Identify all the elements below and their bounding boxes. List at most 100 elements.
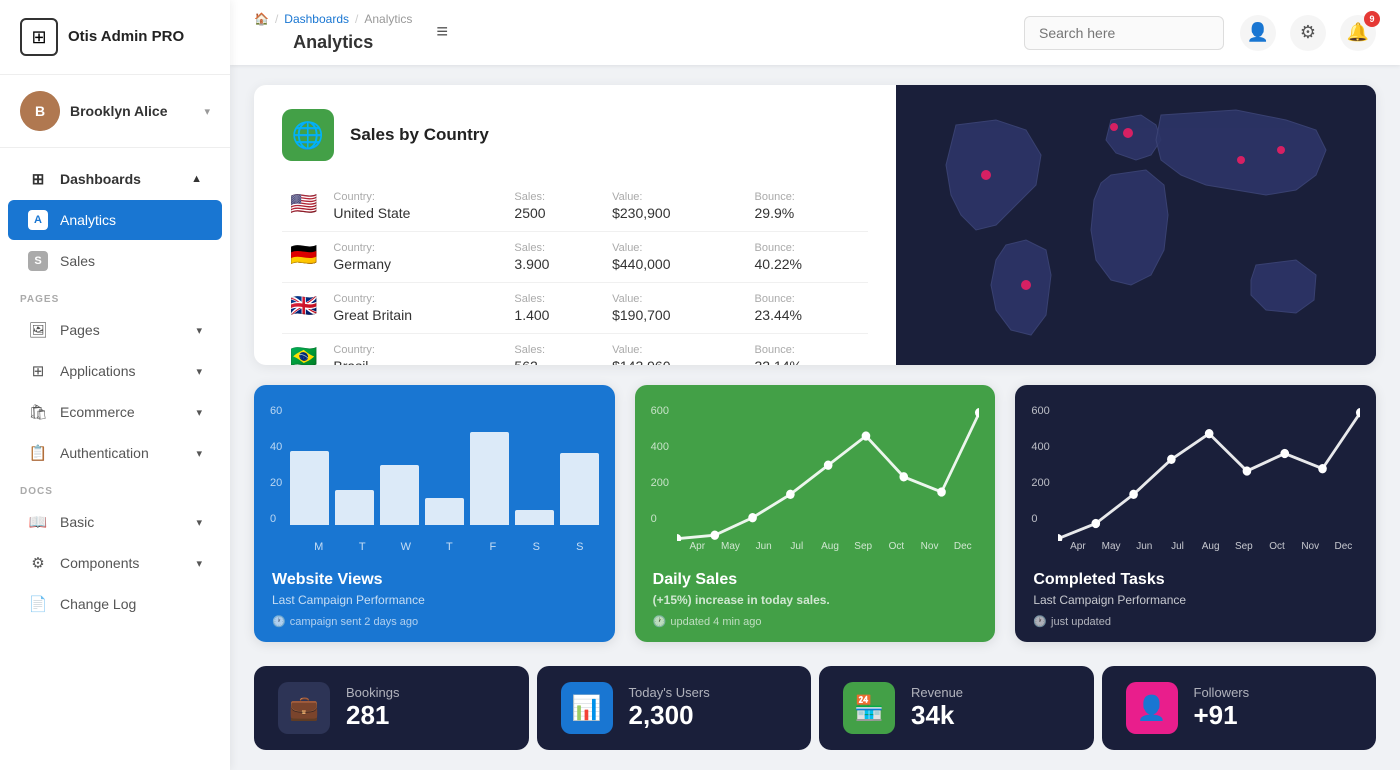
bookings-icon: 💼 [278, 682, 330, 734]
bar [380, 465, 419, 525]
stat-followers: 👤 Followers +91 [1102, 666, 1377, 750]
globe-icon: 🌐 [282, 109, 334, 161]
revenue-info: Revenue 34k [911, 685, 1070, 731]
followers-value: +91 [1194, 700, 1353, 731]
sidebar-item-basic[interactable]: 📖 Basic ▾ [8, 502, 222, 542]
chevron-down-icon: ▾ [196, 516, 202, 529]
notifications-button[interactable]: 🔔 9 [1340, 15, 1376, 51]
x-label: Dec [1327, 541, 1360, 552]
clock-icon: 🕐 [1033, 615, 1047, 628]
user-chevron-icon: ▾ [204, 105, 210, 118]
sidebar-item-ecommerce[interactable]: 🛍 Ecommerce ▾ [8, 392, 222, 432]
daily-sales-chart: 600 400 200 0 [635, 385, 996, 557]
y-label: 0 [651, 513, 669, 525]
sales-badge: S [28, 251, 48, 271]
stat-title: Daily Sales [653, 571, 978, 589]
x-label: M [300, 541, 338, 553]
bar-chart [290, 401, 598, 541]
sidebar-item-sales[interactable]: S Sales [8, 241, 222, 281]
y-label: 600 [1031, 405, 1049, 417]
menu-button[interactable]: ≡ [436, 21, 448, 44]
sidebar-item-authentication[interactable]: 📋 Authentication ▾ [8, 433, 222, 473]
user-name: Brooklyn Alice [70, 103, 194, 119]
value-info: Value: $143,960 [604, 334, 746, 366]
sidebar-item-label: Sales [60, 253, 95, 269]
country-flag: 🇩🇪 [282, 232, 325, 283]
y-label: 400 [1031, 441, 1049, 453]
sidebar-item-changelog[interactable]: 📄 Change Log [8, 584, 222, 624]
sidebar-item-label: Components [60, 555, 139, 571]
bookings-value: 281 [346, 700, 505, 731]
country-info: Country: Germany [325, 232, 506, 283]
chevron-down-icon: ▾ [196, 406, 202, 419]
bookings-info: Bookings 281 [346, 685, 505, 731]
main-content: 🏠 / Dashboards / Analytics Analytics ≡ 👤… [230, 0, 1400, 770]
sidebar-item-components[interactable]: ⚙ Components ▾ [8, 543, 222, 583]
x-label: Nov [913, 541, 946, 552]
x-label: Jul [780, 541, 813, 552]
country-flag: 🇺🇸 [282, 181, 325, 232]
chevron-down-icon: ▾ [196, 557, 202, 570]
changelog-icon: 📄 [28, 594, 48, 614]
search-input[interactable] [1024, 16, 1224, 50]
users-value: 2,300 [629, 700, 788, 731]
sidebar-item-pages[interactable]: 🖼 Pages ▾ [8, 310, 222, 350]
table-row: 🇩🇪 Country: Germany Sales: 3.900 Value: … [282, 232, 868, 283]
chevron-down-icon: ▾ [196, 324, 202, 337]
bar [560, 453, 599, 525]
bounce-info: Bounce: 32.14% [747, 334, 869, 366]
daily-sales-footer: Daily Sales (+15%) increase in today sal… [635, 557, 996, 642]
x-label: Jun [747, 541, 780, 552]
sidebar: ⊞ Otis Admin PRO B Brooklyn Alice ▾ ⊞ Da… [0, 0, 230, 770]
sidebar-item-applications[interactable]: ⊞ Applications ▾ [8, 351, 222, 391]
components-icon: ⚙ [28, 553, 48, 573]
card-header: 🌐 Sales by Country [282, 109, 868, 161]
clock-icon: 🕐 [653, 615, 667, 628]
x-label: Sep [1227, 541, 1260, 552]
table-row: 🇧🇷 Country: Brasil Sales: 562 Value: $14… [282, 334, 868, 366]
stat-time: 🕐 campaign sent 2 days ago [272, 615, 597, 628]
breadcrumb: 🏠 / Dashboards / Analytics Analytics [254, 12, 412, 53]
sidebar-item-label: Applications [60, 363, 136, 379]
country-info: Country: Brasil [325, 334, 506, 366]
x-label: Oct [880, 541, 913, 552]
sales-country-left: 🌐 Sales by Country 🇺🇸 Country: United St… [254, 85, 896, 365]
sidebar-item-label: Change Log [60, 596, 136, 612]
y-label: 0 [1031, 513, 1049, 525]
sidebar-item-label: Basic [60, 514, 94, 530]
stat-users: 📊 Today's Users 2,300 [537, 666, 812, 750]
sales-info: Sales: 2500 [506, 181, 604, 232]
user-icon-button[interactable]: 👤 [1240, 15, 1276, 51]
sales-info: Sales: 3.900 [506, 232, 604, 283]
bounce-info: Bounce: 23.44% [747, 283, 869, 334]
stat-time: 🕐 just updated [1033, 615, 1358, 628]
logo-text: Otis Admin PRO [68, 28, 184, 46]
x-label: Apr [681, 541, 714, 552]
applications-icon: ⊞ [28, 361, 48, 381]
stat-subtitle: Last Campaign Performance [272, 593, 597, 607]
stat-title: Website Views [272, 571, 597, 589]
country-table: 🇺🇸 Country: United State Sales: 2500 Val… [282, 181, 868, 365]
sidebar-item-dashboards[interactable]: ⊞ Dashboards ▲ [8, 159, 222, 199]
x-label: Apr [1061, 541, 1094, 552]
x-label: Dec [946, 541, 979, 552]
x-label: Aug [813, 541, 846, 552]
x-label: T [431, 541, 469, 553]
stat-bookings: 💼 Bookings 281 [254, 666, 529, 750]
user-profile[interactable]: B Brooklyn Alice ▾ [0, 75, 230, 148]
authentication-icon: 📋 [28, 443, 48, 463]
settings-button[interactable]: ⚙ [1290, 15, 1326, 51]
stat-subtitle: Last Campaign Performance [1033, 593, 1358, 607]
value-info: Value: $230,900 [604, 181, 746, 232]
breadcrumb-dashboards[interactable]: Dashboards [284, 12, 349, 26]
clock-icon: 🕐 [272, 615, 286, 628]
sidebar-item-analytics[interactable]: A Analytics [8, 200, 222, 240]
home-icon: 🏠 [254, 12, 269, 26]
pages-icon: 🖼 [28, 320, 48, 340]
table-row: 🇺🇸 Country: United State Sales: 2500 Val… [282, 181, 868, 232]
x-label: W [387, 541, 425, 553]
chevron-down-icon: ▾ [196, 447, 202, 460]
completed-tasks-chart: 600 400 200 0 [1015, 385, 1376, 557]
sidebar-item-label: Dashboards [60, 171, 141, 187]
users-icon: 📊 [561, 682, 613, 734]
